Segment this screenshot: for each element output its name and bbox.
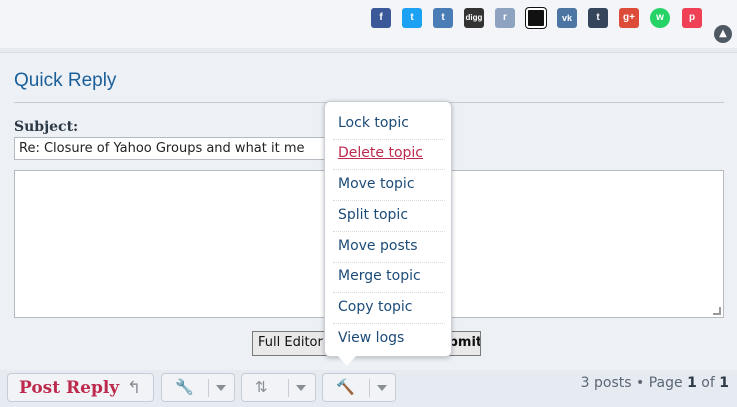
menu-item-move-topic[interactable]: Move topic [333, 171, 445, 201]
sort-icon: ⇅ [255, 378, 268, 396]
action-bar: Post Reply ↰ 🔧 ⇅ 🔨 3 posts • Page 1 of 1 [0, 368, 737, 407]
current-page: 1 [687, 375, 697, 391]
tumblr-t-icon[interactable]: t [588, 8, 608, 28]
pocket-icon[interactable]: p [682, 8, 702, 28]
quick-reply-title: Quick Reply [14, 70, 117, 91]
subject-label: Subject: [14, 119, 79, 135]
menu-item-delete-topic[interactable]: Delete topic [333, 140, 445, 170]
delicious-icon[interactable] [526, 8, 546, 28]
chevron-down-icon [377, 385, 387, 391]
menu-item-split-topic[interactable]: Split topic [333, 202, 445, 232]
wrench-icon: 🔧 [175, 378, 194, 396]
menu-item-merge-topic[interactable]: Merge topic [333, 263, 445, 293]
divider [208, 379, 209, 397]
page-word: Page [648, 375, 683, 391]
chevron-down-icon [216, 385, 226, 391]
pagination: 3 posts • Page 1 of 1 [580, 375, 729, 391]
post-reply-label: Post Reply [19, 378, 120, 398]
google-plus-icon[interactable]: g+ [619, 8, 639, 28]
of-word: of [701, 375, 715, 391]
back-to-top-icon[interactable]: ▲ [714, 25, 732, 43]
resize-grip-icon[interactable] [713, 307, 721, 315]
vk-icon[interactable]: vk [557, 8, 577, 28]
moderation-menu: Lock topic Delete topic Move topic Split… [324, 101, 452, 357]
divider [288, 379, 289, 397]
moderation-button[interactable]: 🔨 [322, 373, 396, 402]
divider [369, 379, 370, 397]
post-reply-button[interactable]: Post Reply ↰ [7, 373, 154, 402]
posts-count: 3 posts [580, 375, 632, 391]
full-editor-button[interactable]: Full Editor [252, 331, 332, 356]
gavel-icon: 🔨 [336, 378, 355, 396]
topic-tools-button[interactable]: 🔧 [161, 373, 235, 402]
tumblr-icon[interactable]: t [433, 8, 453, 28]
menu-item-view-logs[interactable]: View logs [333, 325, 445, 355]
menu-item-move-posts[interactable]: Move posts [333, 233, 445, 263]
menu-pointer [338, 356, 356, 366]
sort-button[interactable]: ⇅ [241, 373, 316, 402]
menu-item-copy-topic[interactable]: Copy topic [333, 294, 445, 324]
total-pages: 1 [719, 375, 729, 391]
whatsapp-icon[interactable]: w [650, 8, 670, 28]
chevron-down-icon [296, 385, 306, 391]
facebook-icon[interactable]: f [371, 8, 391, 28]
reddit-icon[interactable]: r [495, 8, 515, 28]
subject-input[interactable]: Re: Closure of Yahoo Groups and what it … [14, 137, 344, 160]
share-bar: f t t digg r vk t g+ w p ▲ [0, 0, 737, 48]
reply-icon: ↰ [127, 378, 142, 398]
twitter-icon[interactable]: t [402, 8, 422, 28]
menu-item-lock-topic[interactable]: Lock topic [333, 110, 445, 140]
digg-icon[interactable]: digg [464, 8, 484, 28]
